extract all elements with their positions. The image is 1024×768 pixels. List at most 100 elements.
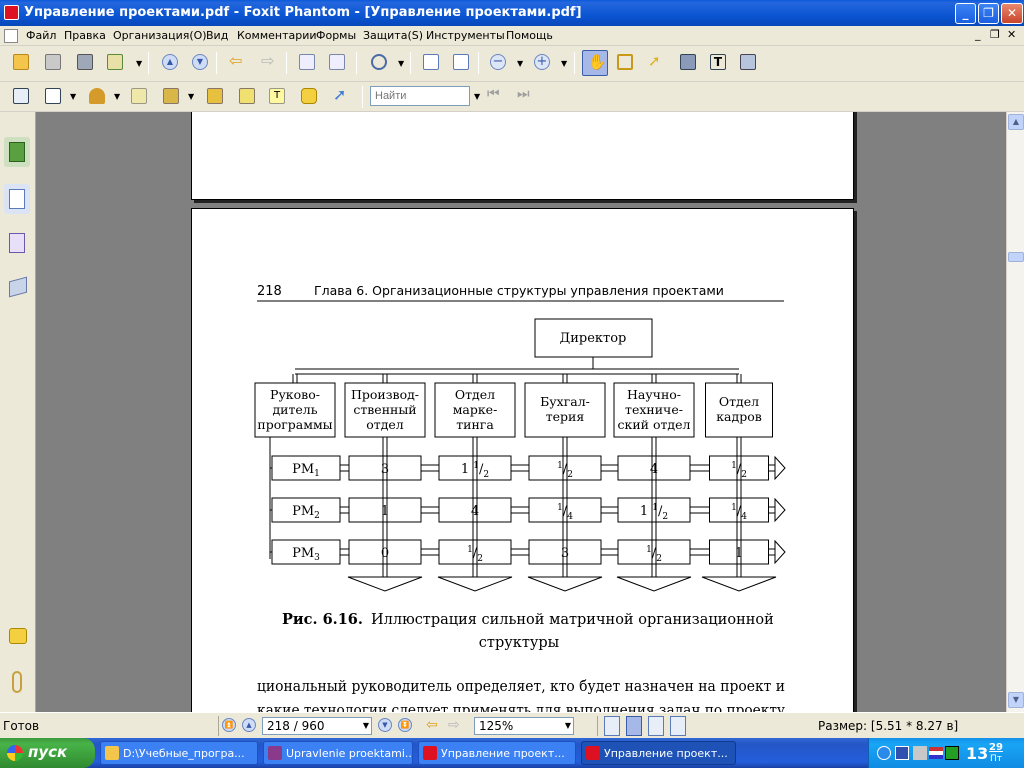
menu-edit[interactable]: Правка	[64, 29, 106, 42]
forward-button[interactable]: ⇨	[258, 51, 280, 73]
menu-tools[interactable]: Инструменты	[426, 29, 505, 42]
menu-comments[interactable]: Комментарии	[237, 29, 317, 42]
zoom-dropdown-arrow[interactable]: ▼	[565, 721, 571, 730]
menu-forms[interactable]: Формы	[316, 29, 356, 42]
security-dropdown-arrow[interactable]: ▼	[188, 92, 194, 101]
page-number-field[interactable]: 218 / 960 ▼	[262, 717, 372, 735]
doc-close-button[interactable]: ✕	[1007, 28, 1016, 41]
extract-pages-button[interactable]	[296, 51, 318, 73]
start-button[interactable]: пуск	[0, 738, 95, 768]
insert-pages-button[interactable]	[326, 51, 348, 73]
bluetooth-icon[interactable]	[895, 746, 909, 760]
prev-page-status-button[interactable]: ▲	[242, 718, 256, 732]
layers-tab-button[interactable]	[4, 272, 30, 302]
find-previous-button[interactable]: ⏮	[487, 86, 507, 106]
rectangle-button[interactable]	[10, 85, 32, 107]
maximize-button[interactable]: ❐	[978, 3, 999, 24]
back-button[interactable]: ⇦	[226, 51, 248, 73]
history-back-button[interactable]: ⇦	[426, 717, 438, 733]
zoom-in-button[interactable]: +	[531, 51, 553, 73]
print-button[interactable]	[74, 51, 96, 73]
select-text-button[interactable]	[614, 51, 636, 73]
edit-tool-button[interactable]	[236, 85, 258, 107]
task-foxit-2[interactable]: Управление проект...	[581, 741, 736, 765]
email-dropdown-arrow[interactable]: ▼	[136, 59, 142, 68]
previous-page-button[interactable]: ▲	[159, 51, 181, 73]
next-page-status-button[interactable]: ▼	[378, 718, 392, 732]
history-forward-button[interactable]: ⇨	[448, 717, 460, 733]
comment-button[interactable]	[298, 85, 320, 107]
hand-tool-button[interactable]: ✋	[582, 50, 608, 76]
vertical-scrollbar[interactable]: ▲ ▼	[1006, 112, 1024, 712]
textbox-button[interactable]: T	[266, 85, 288, 107]
scroll-down-button[interactable]: ▼	[1008, 692, 1024, 708]
main-toolbar: ▼ ▲ ▼ ⇦ ⇨ ▼ − ▼ + ▼ ✋ ➚ T	[0, 46, 1024, 82]
doc-minimize-button[interactable]: _	[975, 28, 981, 41]
continuous-page-button[interactable]	[626, 716, 642, 736]
email-button[interactable]	[104, 51, 126, 73]
sign-button[interactable]	[128, 85, 150, 107]
open-button[interactable]	[10, 51, 32, 73]
facing-page-button[interactable]	[648, 716, 664, 736]
stamp-button[interactable]	[86, 85, 108, 107]
typewriter-button[interactable]: T	[707, 51, 729, 73]
task-explorer[interactable]: D:\Учебные_програ...	[100, 741, 258, 765]
note-tool-button[interactable]	[204, 85, 226, 107]
stamp-dropdown-arrow[interactable]: ▼	[114, 92, 120, 101]
document-view[interactable]: 218 Глава 6. Организационные структуры у…	[36, 112, 1006, 712]
minimize-button[interactable]: _	[955, 3, 976, 24]
pen-tool-button[interactable]	[42, 85, 64, 107]
continuous-facing-button[interactable]	[670, 716, 686, 736]
scroll-up-button[interactable]: ▲	[1008, 114, 1024, 130]
snapshot-button[interactable]	[737, 51, 759, 73]
annotations-tab-button[interactable]	[4, 228, 30, 258]
task-winrar[interactable]: Upravlenie proektami...	[263, 741, 413, 765]
security-button[interactable]	[160, 85, 182, 107]
task-foxit-1[interactable]: Управление проект...	[418, 741, 576, 765]
foxit-app-icon[interactable]	[4, 5, 19, 20]
pen-dropdown-arrow[interactable]: ▼	[70, 92, 76, 101]
next-page-button[interactable]: ▼	[189, 51, 211, 73]
zoom-in-dropdown-arrow[interactable]: ▼	[561, 59, 567, 68]
scroll-thumb[interactable]	[1008, 252, 1024, 262]
annotation-pen-icon	[9, 233, 25, 253]
row-arrowhead	[774, 455, 786, 481]
single-page-button[interactable]	[604, 716, 620, 736]
tray-app-icon[interactable]	[945, 746, 959, 760]
fit-page-button[interactable]	[420, 51, 442, 73]
zoom-tool-dropdown-arrow[interactable]: ▼	[398, 59, 404, 68]
language-flag-icon[interactable]	[929, 747, 943, 759]
fit-width-button[interactable]	[450, 51, 472, 73]
pages-tab-button[interactable]	[4, 184, 30, 214]
find-dropdown-arrow[interactable]: ▼	[474, 92, 480, 101]
save-button[interactable]	[42, 51, 64, 73]
save-icon	[45, 54, 61, 70]
menu-protect[interactable]: Защита(S)	[363, 29, 423, 42]
window-title: Управление проектами.pdf - Foxit Phantom…	[24, 5, 582, 20]
close-button[interactable]: ✕	[1001, 3, 1023, 24]
comments-panel-button[interactable]	[4, 622, 30, 652]
doc-restore-button[interactable]: ❐	[990, 28, 1000, 41]
attachments-panel-button[interactable]	[4, 667, 30, 697]
network-icon[interactable]	[877, 746, 891, 760]
zoom-out-button[interactable]: −	[487, 51, 509, 73]
zoom-out-dropdown-arrow[interactable]: ▼	[517, 59, 523, 68]
search-button[interactable]	[677, 51, 699, 73]
zoom-tool-button[interactable]	[368, 51, 390, 73]
last-page-button[interactable]: ⏬	[398, 718, 412, 732]
document-icon[interactable]	[4, 29, 18, 43]
bookmarks-tab-button[interactable]	[4, 137, 30, 167]
menu-view[interactable]: Вид	[206, 29, 228, 42]
menu-help[interactable]: Помощь	[506, 29, 553, 42]
first-page-button[interactable]: ⏫	[222, 718, 236, 732]
zoom-field[interactable]: 125% ▼	[474, 717, 574, 735]
menu-organize[interactable]: Организация(O)	[113, 29, 207, 42]
start-label: пуск	[28, 743, 68, 761]
arrow-tool-button[interactable]: ➚	[330, 85, 352, 107]
find-next-button[interactable]: ⏭	[517, 86, 537, 106]
page-dropdown-arrow[interactable]: ▼	[363, 721, 369, 730]
menu-file[interactable]: Файл	[26, 29, 56, 42]
volume-icon[interactable]	[913, 746, 927, 760]
find-input[interactable]	[370, 86, 470, 106]
select-tool-button[interactable]: ➚	[645, 51, 667, 73]
